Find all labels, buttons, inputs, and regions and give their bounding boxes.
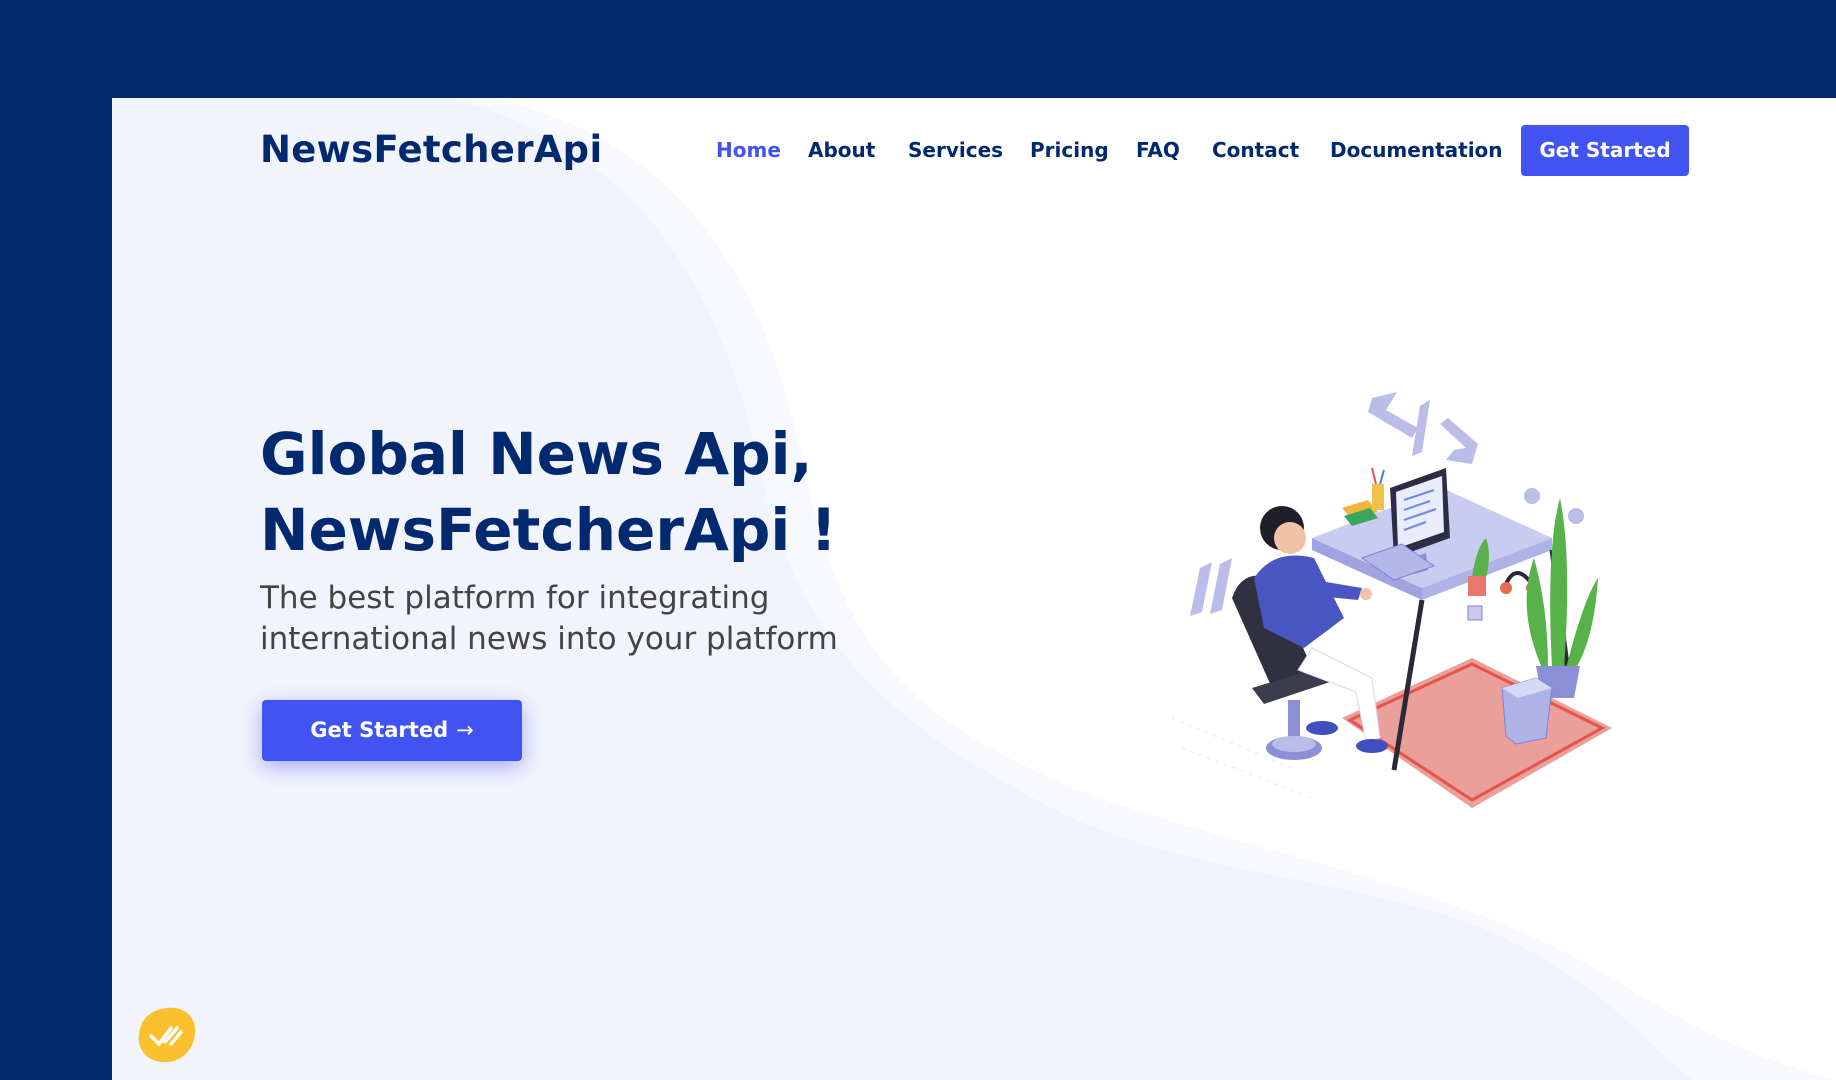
nav-services[interactable]: Services [908, 138, 1003, 162]
hero-title: Global News Api, NewsFetcherApi ! [260, 416, 837, 568]
site-header: NewsFetcherApi Home About Services Prici… [112, 98, 1836, 202]
browser-viewport: NewsFetcherApi Home About Services Prici… [112, 98, 1836, 1080]
nav-about[interactable]: About [808, 138, 875, 162]
nav-documentation[interactable]: Documentation [1330, 138, 1503, 162]
nav-faq[interactable]: FAQ [1136, 138, 1180, 162]
hero-subtitle: The best platform for integrating intern… [260, 578, 900, 660]
developer-at-desk-illustration [1172, 392, 1612, 808]
arrow-right-icon: → [456, 718, 474, 742]
checkmark-badge-icon[interactable] [137, 1006, 197, 1064]
header-get-started-button[interactable]: Get Started [1521, 125, 1689, 176]
hero-subtitle-line-1: The best platform for integrating [260, 580, 770, 616]
site-logo[interactable]: NewsFetcherApi [260, 128, 602, 171]
hero-get-started-button[interactable]: Get Started → [262, 700, 522, 761]
nav-home[interactable]: Home [716, 138, 781, 162]
nav-contact[interactable]: Contact [1212, 138, 1299, 162]
hero-subtitle-line-2: international news into your platform [260, 621, 838, 657]
nav-pricing[interactable]: Pricing [1030, 138, 1109, 162]
hero-title-line-1: Global News Api, [260, 420, 813, 488]
hero-title-line-2: NewsFetcherApi ! [260, 496, 837, 564]
hero-cta-label: Get Started [310, 718, 449, 742]
